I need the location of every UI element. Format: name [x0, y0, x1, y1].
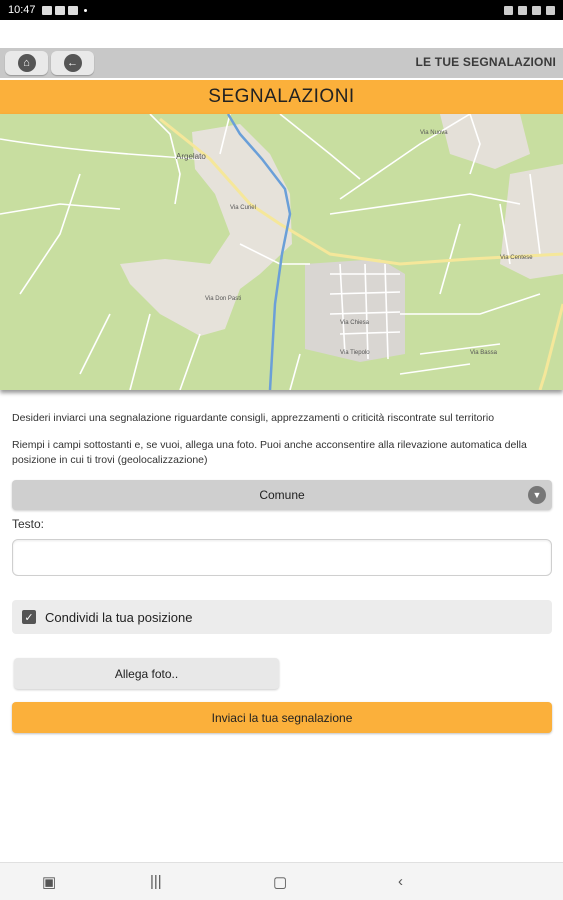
- home-button[interactable]: ⌂: [5, 51, 48, 75]
- text-label: Testo:: [12, 517, 45, 531]
- attach-photo-button[interactable]: Allega foto..: [14, 658, 279, 689]
- share-position-label: Condividi la tua posizione: [45, 609, 193, 625]
- top-toolbar: ⌂ ← LE TUE SEGNALAZIONI: [0, 48, 563, 78]
- map-view[interactable]: Argelato Via Centese Via Curiel Via Don …: [0, 114, 563, 390]
- section-label: LE TUE SEGNALAZIONI: [415, 55, 556, 69]
- more-notifications-icon: [83, 8, 87, 12]
- share-position-toggle[interactable]: ✓ Condividi la tua posizione: [12, 600, 552, 634]
- back-nav-icon[interactable]: ‹: [398, 873, 403, 890]
- battery-icon: [546, 5, 555, 15]
- map-graphic: Argelato Via Centese Via Curiel Via Don …: [0, 114, 563, 390]
- gallery-icon: [41, 5, 52, 15]
- comune-select[interactable]: Comune ▼: [12, 480, 552, 510]
- text-input[interactable]: [12, 539, 552, 576]
- map-label-tiepolo: Via Tiepolo: [340, 350, 370, 356]
- recent-apps-icon[interactable]: |||: [150, 873, 162, 890]
- home-nav-icon[interactable]: ▢: [273, 873, 287, 891]
- back-arrow-icon: ←: [63, 54, 82, 72]
- back-button[interactable]: ←: [51, 51, 94, 75]
- map-label-chiesa: Via Chiesa: [340, 320, 370, 326]
- checkbox-checked-icon[interactable]: ✓: [22, 610, 36, 624]
- instructions-text: Riempi i campi sottostanti e, se vuoi, a…: [12, 439, 527, 466]
- cast-icon: [67, 5, 78, 15]
- status-icons: [504, 5, 555, 15]
- chevron-down-icon: ▼: [528, 486, 546, 504]
- status-bar: 10:47: [0, 0, 563, 20]
- wifi-icon: [532, 5, 541, 15]
- status-time: 10:47: [8, 4, 36, 16]
- screenshot-icon[interactable]: ▣: [42, 873, 56, 891]
- system-nav-bar: ▣ ||| ▢ ‹: [0, 862, 563, 900]
- notification-icon: [54, 5, 65, 15]
- map-label-argelato: Argelato: [176, 152, 206, 161]
- attach-photo-label: Allega foto..: [114, 666, 179, 681]
- location-icon: [518, 5, 527, 15]
- map-label-don-pasti: Via Don Pasti: [205, 296, 241, 302]
- page-title: SEGNALAZIONI: [0, 80, 563, 114]
- map-label-curiel: Via Curiel: [230, 205, 256, 211]
- mute-icon: [504, 5, 513, 15]
- submit-button[interactable]: Inviaci la tua segnalazione: [12, 702, 552, 733]
- map-label-centese: Via Centese: [500, 255, 533, 261]
- intro-text: Desideri inviarci una segnalazione rigua…: [12, 412, 495, 424]
- submit-label: Inviaci la tua segnalazione: [211, 710, 353, 725]
- map-label-nuova: Via Nuova: [420, 130, 448, 136]
- comune-select-value: Comune: [259, 488, 305, 502]
- home-icon: ⌂: [17, 54, 36, 72]
- map-label-bassa: Via Bassa: [470, 350, 498, 356]
